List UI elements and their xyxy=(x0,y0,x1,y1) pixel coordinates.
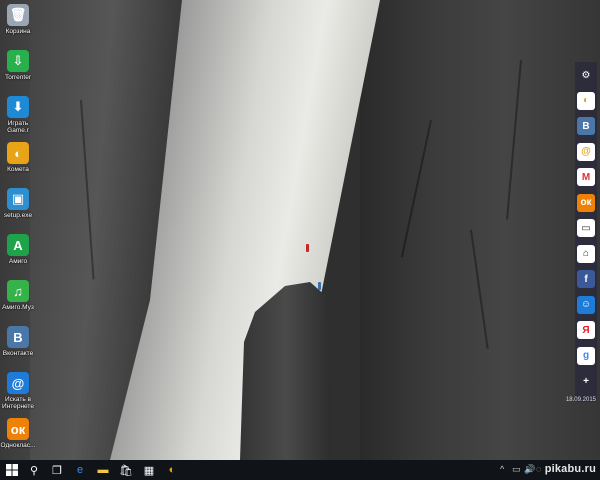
volume-icon[interactable]: 🔊 xyxy=(524,464,535,475)
quick-launch-sidebar: ⚙ ◐ B @ Mок ▭ ⌂ f ☺ Яg + xyxy=(575,62,597,402)
odnoklassniki-icon: ок xyxy=(7,418,29,440)
kometa-icon[interactable]: ◐ xyxy=(577,91,595,110)
home-icon[interactable]: ⌂ xyxy=(577,244,595,263)
desktop-icon-label: Вконтакте xyxy=(2,350,34,357)
amigo-browser-icon: A xyxy=(7,234,29,256)
notification-icon[interactable]: ◌ xyxy=(536,464,541,474)
desktop-icon-label: setup.exe xyxy=(3,212,33,219)
desktop-icon-label: Корзина xyxy=(5,28,31,35)
climber-figure xyxy=(306,244,309,252)
recycle-bin-icon: 🗑 xyxy=(7,4,29,26)
desktop-wallpaper xyxy=(0,0,600,460)
window-icon[interactable]: ▭ xyxy=(577,219,595,237)
desktop-icon[interactable]: A Амиго xyxy=(0,234,36,265)
task-view-icon[interactable]: ❐ xyxy=(49,462,65,478)
facebook-icon[interactable]: f xyxy=(577,270,595,288)
desktop-icon-label: Одноклас... xyxy=(0,442,36,449)
settings-icon[interactable]: ⚙ xyxy=(577,66,595,84)
desktop-icon[interactable]: B Вконтакте xyxy=(0,326,36,357)
yandex-icon[interactable]: Я xyxy=(577,321,595,339)
add-icon[interactable]: + xyxy=(577,372,595,390)
desktop-icon[interactable]: ♫ Амиго.Муз xyxy=(0,280,36,311)
desktop-icon-label: Torrenter xyxy=(4,74,31,81)
kometa-taskbar-icon[interactable]: ◐ xyxy=(164,462,180,478)
desktop-icon[interactable]: ок Одноклас... xyxy=(0,418,36,449)
setup-box-icon: ▣ xyxy=(7,188,29,210)
vk-icon: B xyxy=(7,326,29,348)
windows-start-icon[interactable] xyxy=(4,462,20,478)
network-icon[interactable]: ▭ xyxy=(512,464,521,475)
edge-browser-icon[interactable]: e xyxy=(72,462,88,478)
desktop-icon[interactable]: @ Искать в Интернете xyxy=(0,372,36,410)
file-explorer-icon[interactable]: ▬ xyxy=(95,462,111,478)
odnoklassniki-icon[interactable]: ок xyxy=(577,193,595,212)
desktop-icon[interactable]: ⬇ Играть Game.r xyxy=(0,96,36,134)
torrent-icon: ⇩ xyxy=(7,50,29,72)
desktop-icon-label: Амиго.Муз xyxy=(2,304,34,311)
desktop-icon-label: Комета xyxy=(7,166,29,173)
tray-chevron-icon[interactable]: ^ xyxy=(500,464,504,474)
media-app-icon[interactable]: ▦ xyxy=(141,462,157,478)
mail-search-icon: @ xyxy=(7,372,29,394)
pikabu-watermark: pikabu.ru xyxy=(544,463,596,475)
desktop-icon[interactable]: 🗑 Корзина xyxy=(0,4,36,35)
moy-mir-icon[interactable]: ☺ xyxy=(577,295,595,314)
desktop-icon-label: Играть Game.r xyxy=(7,120,29,134)
gmail-icon[interactable]: M xyxy=(577,168,595,186)
mail-ru-icon[interactable]: @ xyxy=(577,142,595,161)
search-icon[interactable]: ⚲ xyxy=(26,462,42,478)
desktop-icon[interactable]: ▣ setup.exe xyxy=(0,188,36,219)
desktop-icon[interactable]: ◐ Комета xyxy=(0,142,36,173)
game-download-icon: ⬇ xyxy=(7,96,29,118)
wallpaper-rock-right xyxy=(360,0,600,460)
desktop-icon[interactable]: ⇩ Torrenter xyxy=(0,50,36,81)
climber-figure xyxy=(318,282,321,290)
store-icon[interactable]: 🛍 xyxy=(118,462,134,478)
vk-icon[interactable]: B xyxy=(577,117,595,135)
desktop-icon-label: Искать в Интернете xyxy=(2,396,34,410)
amigo-music-icon: ♫ xyxy=(7,280,29,302)
kometa-browser-icon: ◐ xyxy=(7,142,29,164)
google-icon[interactable]: g xyxy=(577,346,595,365)
desktop-icon-label: Амиго xyxy=(8,258,28,265)
taskbar: ⚲ ❐ e ▬ 🛍 ▦ ◐ ^ ▭ 🔊 ◌ xyxy=(0,460,600,480)
date-label: 18.09.2015 xyxy=(565,397,596,403)
